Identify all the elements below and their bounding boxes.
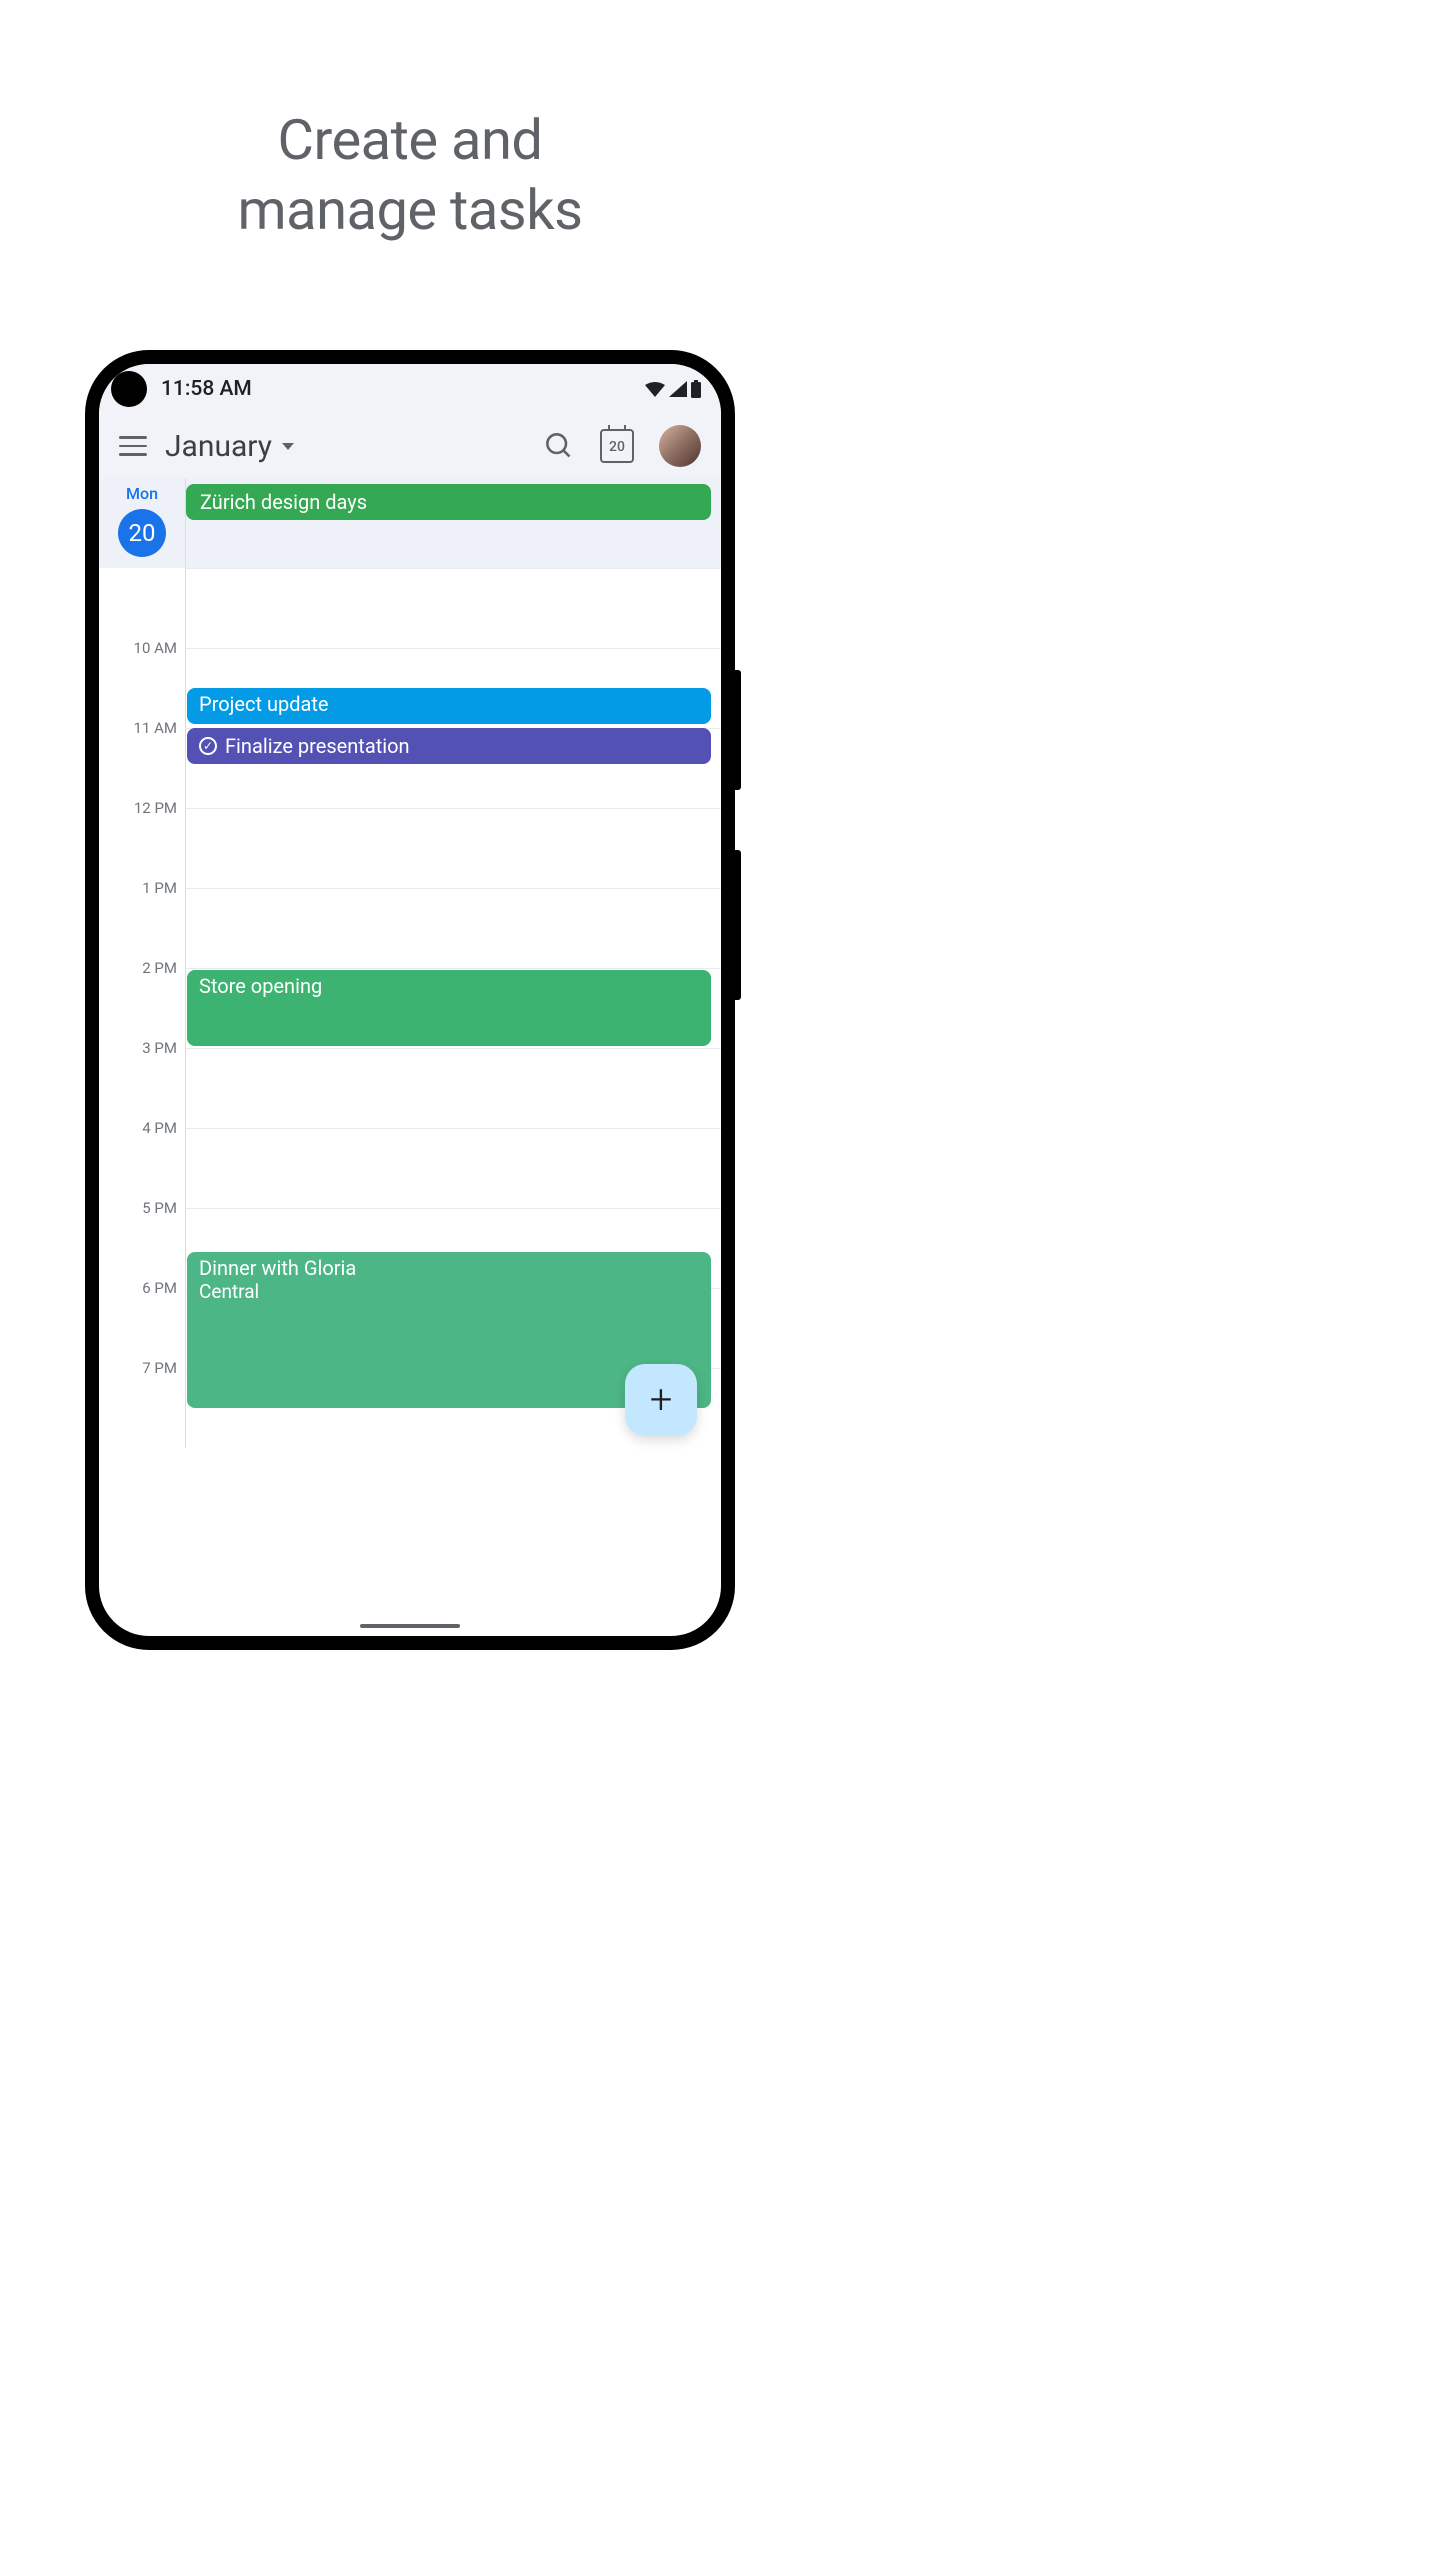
event-project-update[interactable]: Project update: [187, 688, 711, 724]
hour-label: 4 PM: [142, 1119, 177, 1137]
avatar[interactable]: [659, 425, 701, 467]
hour-label: 5 PM: [142, 1199, 177, 1217]
status-time: 11:58 AM: [161, 377, 252, 401]
marketing-headline: Create and manage tasks: [0, 0, 820, 245]
hour-label: 6 PM: [142, 1279, 177, 1297]
events-layer: Project update Finalize presentation Sto…: [185, 568, 711, 1468]
home-indicator[interactable]: [360, 1624, 460, 1628]
hour-label: 3 PM: [142, 1039, 177, 1057]
today-button[interactable]: 20: [597, 426, 637, 466]
calendar-today-icon: 20: [600, 429, 634, 463]
day-name: Mon: [126, 484, 158, 503]
phone-frame: 11:58 AM January 20: [85, 350, 735, 1650]
task-finalize-presentation[interactable]: Finalize presentation: [187, 728, 711, 764]
hour-label: 7 PM: [142, 1359, 177, 1377]
month-label: January: [165, 429, 272, 464]
search-icon: [545, 432, 573, 460]
chevron-down-icon: [282, 443, 294, 450]
hour-label: 11 AM: [134, 719, 177, 737]
create-fab[interactable]: +: [625, 1364, 697, 1436]
status-bar: 11:58 AM: [99, 364, 721, 414]
status-icons: [645, 380, 701, 398]
cell-signal-icon: [669, 381, 687, 397]
event-store-opening[interactable]: Store opening: [187, 970, 711, 1046]
menu-icon[interactable]: [119, 432, 147, 460]
battery-icon: [691, 380, 701, 398]
task-check-icon: [199, 737, 217, 755]
plus-icon: +: [650, 1380, 673, 1420]
hour-label: 10 AM: [134, 639, 177, 657]
app-header: January 20: [99, 414, 721, 478]
wifi-icon: [645, 381, 665, 397]
day-header: Mon 20 Zürich design days: [99, 478, 721, 568]
hour-label: 2 PM: [142, 959, 177, 977]
day-column: Mon 20: [99, 478, 185, 567]
phone-screen: 11:58 AM January 20: [99, 364, 721, 1636]
time-grid[interactable]: 10 AM 11 AM 12 PM 1 PM 2 PM 3 PM 4 PM 5 …: [99, 568, 721, 1468]
camera-punch-hole: [111, 371, 147, 407]
month-selector[interactable]: January: [165, 429, 294, 464]
phone-power-button: [735, 850, 741, 1000]
allday-event[interactable]: Zürich design days: [186, 484, 711, 520]
hour-label: 12 PM: [134, 799, 177, 817]
day-number-badge[interactable]: 20: [118, 509, 166, 557]
phone-volume-button: [735, 670, 741, 790]
search-button[interactable]: [539, 426, 579, 466]
allday-events: Zürich design days: [185, 478, 721, 567]
hour-label: 1 PM: [142, 879, 177, 897]
